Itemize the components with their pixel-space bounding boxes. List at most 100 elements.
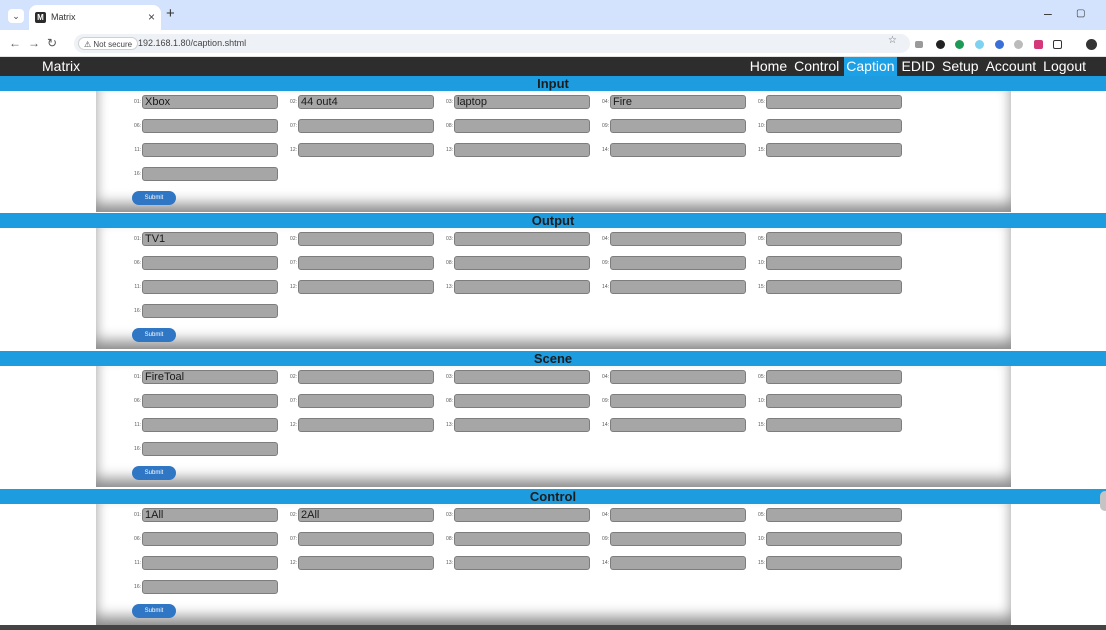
control-caption-input[interactable] [454, 532, 590, 546]
control-submit-button[interactable]: Submit [132, 604, 176, 618]
menu-logout[interactable]: Logout [1041, 57, 1088, 76]
scene-caption-input[interactable]: FireToal [142, 370, 278, 384]
output-caption-input[interactable] [142, 304, 278, 318]
input-caption-input[interactable]: Fire [610, 95, 746, 109]
security-chip[interactable]: ⚠ Not secure [78, 37, 139, 50]
url-text[interactable]: 192.168.1.80/caption.shtml [138, 38, 246, 48]
input-caption-input[interactable] [298, 143, 434, 157]
scene-caption-input[interactable] [454, 370, 590, 384]
tab-close-icon[interactable]: × [148, 10, 155, 24]
output-caption-input[interactable] [610, 232, 746, 246]
scene-caption-input[interactable] [142, 394, 278, 408]
output-caption-input[interactable] [142, 280, 278, 294]
field-number: 01: [134, 374, 141, 380]
scene-caption-input[interactable] [766, 418, 902, 432]
menu-setup[interactable]: Setup [940, 57, 981, 76]
extension-icon[interactable] [955, 40, 964, 49]
input-caption-input[interactable] [454, 119, 590, 133]
profile-avatar-icon[interactable] [1086, 39, 1097, 50]
control-caption-input[interactable] [766, 556, 902, 570]
control-caption-input[interactable] [454, 508, 590, 522]
control-caption-input[interactable] [298, 556, 434, 570]
scene-caption-input[interactable] [298, 370, 434, 384]
scene-caption-input[interactable] [298, 394, 434, 408]
input-caption-input[interactable] [766, 95, 902, 109]
output-submit-button[interactable]: Submit [132, 328, 176, 342]
menu-home[interactable]: Home [748, 57, 789, 76]
input-caption-input[interactable]: laptop [454, 95, 590, 109]
forward-icon[interactable]: → [28, 36, 40, 50]
menu-account[interactable]: Account [984, 57, 1039, 76]
output-caption-input[interactable] [298, 280, 434, 294]
scene-caption-input[interactable] [610, 370, 746, 384]
menu-edid[interactable]: EDID [900, 57, 937, 76]
control-caption-input[interactable] [142, 580, 278, 594]
scroll-handle[interactable] [1100, 491, 1106, 511]
scene-submit-button[interactable]: Submit [132, 466, 176, 480]
input-caption-input[interactable] [610, 143, 746, 157]
output-caption-input[interactable] [454, 232, 590, 246]
input-caption-input[interactable]: Xbox [142, 95, 278, 109]
extension-icon[interactable] [915, 41, 923, 48]
extension-icon[interactable] [975, 40, 984, 49]
output-caption-input[interactable] [610, 280, 746, 294]
input-caption-input[interactable] [142, 119, 278, 133]
control-caption-input[interactable] [610, 556, 746, 570]
bookmark-star-icon[interactable]: ☆ [888, 35, 897, 46]
output-caption-input[interactable] [454, 280, 590, 294]
back-icon[interactable]: ← [9, 36, 21, 50]
control-caption-input[interactable] [142, 532, 278, 546]
input-caption-input[interactable] [766, 119, 902, 133]
control-caption-input[interactable]: 2All [298, 508, 434, 522]
input-caption-input[interactable] [298, 119, 434, 133]
control-caption-input[interactable] [766, 508, 902, 522]
control-caption-input[interactable] [298, 532, 434, 546]
menu-control[interactable]: Control [792, 57, 841, 76]
reload-icon[interactable]: ↻ [47, 36, 57, 50]
input-caption-input[interactable] [142, 143, 278, 157]
scene-caption-input[interactable] [142, 418, 278, 432]
output-caption-input[interactable] [298, 256, 434, 270]
scene-caption-input[interactable] [454, 418, 590, 432]
control-caption-input[interactable] [610, 508, 746, 522]
url-bar[interactable]: ⚠ Not secure 192.168.1.80/caption.shtml [74, 34, 910, 53]
input-caption-input[interactable] [142, 167, 278, 181]
control-caption-input[interactable] [766, 532, 902, 546]
control-caption-input[interactable] [454, 556, 590, 570]
control-caption-input[interactable] [142, 556, 278, 570]
scene-caption-input[interactable] [766, 394, 902, 408]
tab-list-button[interactable]: ⌄ [8, 9, 24, 23]
scene-caption-input[interactable] [454, 394, 590, 408]
scene-caption-input[interactable] [142, 442, 278, 456]
extension-icon[interactable] [936, 40, 945, 49]
extension-icon[interactable] [1014, 40, 1023, 49]
output-caption-input[interactable] [766, 256, 902, 270]
output-caption-input[interactable] [766, 280, 902, 294]
output-caption-input[interactable] [142, 256, 278, 270]
input-submit-button[interactable]: Submit [132, 191, 176, 205]
control-caption-input[interactable]: 1All [142, 508, 278, 522]
browser-tab[interactable]: M Matrix × [29, 5, 161, 30]
output-caption-input[interactable] [298, 232, 434, 246]
scene-caption-input[interactable] [298, 418, 434, 432]
input-caption-input[interactable] [454, 143, 590, 157]
field-number: 12: [290, 284, 297, 290]
control-caption-input[interactable] [610, 532, 746, 546]
output-caption-input[interactable] [454, 256, 590, 270]
extension-icon[interactable] [1034, 40, 1043, 49]
output-caption-input[interactable] [610, 256, 746, 270]
minimize-icon[interactable]: – [1044, 5, 1052, 21]
menu-caption[interactable]: Caption [844, 57, 897, 76]
scene-caption-input[interactable] [766, 370, 902, 384]
scene-caption-input[interactable] [610, 418, 746, 432]
restore-icon[interactable]: ▢ [1076, 8, 1085, 19]
output-caption-input[interactable] [766, 232, 902, 246]
input-caption-input[interactable] [766, 143, 902, 157]
input-caption-input[interactable] [610, 119, 746, 133]
extension-icon[interactable] [995, 40, 1004, 49]
output-caption-input[interactable]: TV1 [142, 232, 278, 246]
new-tab-icon[interactable]: + [166, 5, 175, 22]
extensions-puzzle-icon[interactable] [1053, 40, 1062, 49]
scene-caption-input[interactable] [610, 394, 746, 408]
input-caption-input[interactable]: 44 out4 [298, 95, 434, 109]
